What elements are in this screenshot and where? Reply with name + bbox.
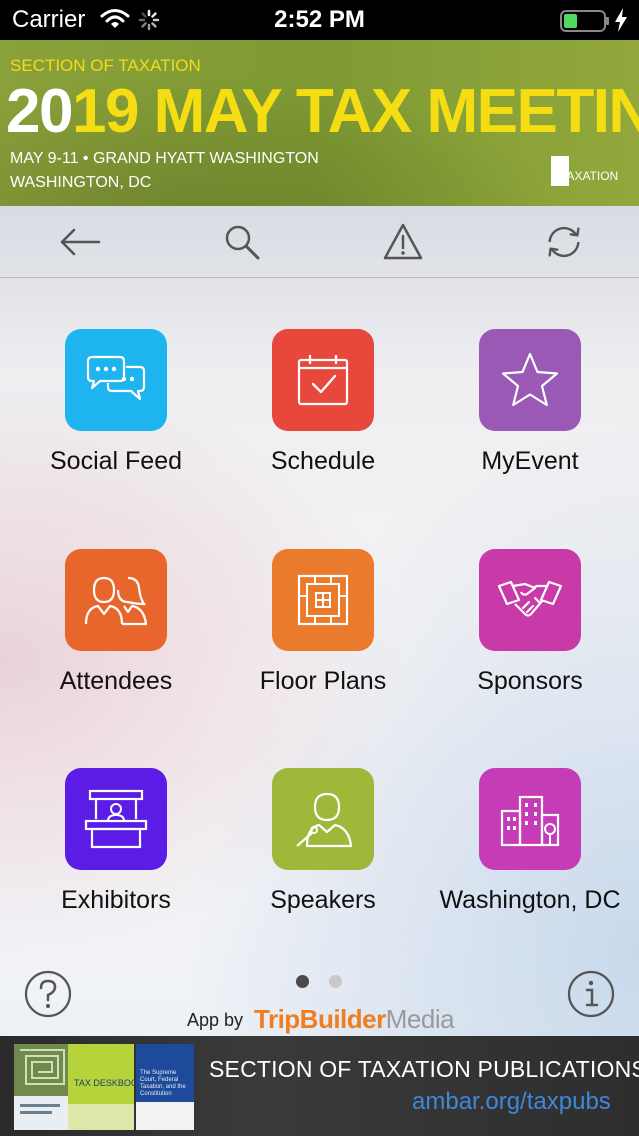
grid-item-label: Social Feed bbox=[49, 447, 183, 475]
book-cover-supreme-court: The Supreme Court, Federal Taxation, and… bbox=[136, 1044, 194, 1130]
banner-kicker: SECTION OF TAXATION bbox=[10, 56, 201, 75]
tile-sponsors bbox=[479, 549, 581, 651]
banner-headline: 2019 MAY TAX MEETING bbox=[6, 76, 639, 147]
grid-item-label: Floor Plans bbox=[259, 667, 387, 695]
grid-item-attendees[interactable]: Attendees bbox=[16, 549, 216, 697]
status-bar: Carrier 2:52 PM bbox=[0, 0, 639, 40]
info-icon bbox=[567, 970, 615, 1018]
refresh-button[interactable] bbox=[542, 220, 586, 264]
grid-item-myevent[interactable]: MyEvent bbox=[430, 329, 630, 477]
tile-social-feed bbox=[65, 329, 167, 431]
book-band bbox=[68, 1104, 134, 1130]
booth-icon bbox=[84, 789, 148, 849]
headline-part-1: 20 bbox=[6, 77, 73, 146]
book-cover-tax-deskbook: TAX DESKBOOK bbox=[68, 1044, 144, 1130]
ad-url[interactable]: ambar.org/taxpubs bbox=[412, 1088, 611, 1116]
grid-item-label: Speakers bbox=[270, 886, 376, 914]
back-arrow-icon bbox=[60, 228, 101, 256]
tile-schedule bbox=[272, 329, 374, 431]
tile-speakers bbox=[272, 768, 374, 870]
grid-item-floor-plans[interactable]: Floor Plans bbox=[223, 549, 423, 697]
alert-icon bbox=[383, 223, 423, 260]
help-icon bbox=[24, 970, 72, 1018]
grid-item-label: Attendees bbox=[59, 667, 173, 695]
page-dot[interactable] bbox=[329, 975, 342, 988]
alerts-button[interactable] bbox=[381, 220, 425, 264]
grid-item-exhibitors[interactable]: Exhibitors bbox=[16, 768, 216, 916]
info-button[interactable] bbox=[566, 969, 616, 1024]
calendar-check-icon bbox=[297, 355, 349, 406]
tile-washington-dc bbox=[479, 768, 581, 870]
page-dot-active[interactable] bbox=[296, 975, 309, 988]
book-cover-maze bbox=[14, 1044, 70, 1130]
clock: 2:52 PM bbox=[274, 6, 365, 33]
event-banner: SECTION OF TAXATION 2019 MAY TAX MEETING… bbox=[0, 40, 639, 206]
book-title: TAX DESKBOOK bbox=[74, 1078, 144, 1088]
refresh-icon bbox=[548, 226, 580, 258]
people-icon bbox=[84, 576, 148, 626]
grid-item-label: Washington, DC bbox=[439, 886, 621, 914]
toolbar bbox=[0, 206, 639, 278]
grid-item-label: MyEvent bbox=[481, 447, 579, 475]
taxation-logo: TAXATION bbox=[551, 156, 619, 186]
grid-item-label: Schedule bbox=[270, 447, 376, 475]
main-area: Social Feed Schedule MyEvent Attendees F… bbox=[0, 206, 639, 1036]
charging-icon bbox=[614, 8, 628, 37]
help-button[interactable] bbox=[23, 969, 73, 1024]
headline-part-2: 19 MAY TAX MEETING bbox=[71, 77, 639, 146]
ad-title: SECTION OF TAXATION PUBLICATIONS bbox=[209, 1056, 639, 1082]
chat-bubbles-icon bbox=[86, 355, 146, 401]
grid-item-sponsors[interactable]: Sponsors bbox=[430, 549, 630, 697]
logo-text: TAXATION bbox=[560, 169, 619, 183]
grid-item-label: Exhibitors bbox=[61, 886, 171, 914]
banner-city: WASHINGTON, DC bbox=[10, 174, 152, 191]
handshake-icon bbox=[497, 580, 563, 617]
back-button[interactable] bbox=[58, 220, 102, 264]
brand-sub: Media bbox=[385, 1004, 455, 1034]
tile-myevent bbox=[479, 329, 581, 431]
grid-item-social-feed[interactable]: Social Feed bbox=[16, 329, 216, 477]
grid-item-speakers[interactable]: Speakers bbox=[223, 768, 423, 916]
grid-item-schedule[interactable]: Schedule bbox=[223, 329, 423, 477]
tripbuilder-logo: TripBuilderMedia bbox=[254, 1004, 455, 1035]
publications-ad-banner[interactable]: TAX DESKBOOK The Supreme Court, Federal … bbox=[0, 1036, 639, 1136]
banner-dates-venue: MAY 9-11 • GRAND HYATT WASHINGTON bbox=[10, 150, 319, 167]
star-icon bbox=[501, 352, 559, 407]
city-buildings-icon bbox=[500, 795, 560, 847]
book-title: The Supreme Court, Federal Taxation, and… bbox=[140, 1070, 186, 1097]
tile-exhibitors bbox=[65, 768, 167, 870]
grid-item-label: Sponsors bbox=[477, 667, 583, 695]
search-icon bbox=[225, 225, 260, 260]
floor-plan-icon bbox=[297, 574, 349, 626]
book-band bbox=[136, 1102, 194, 1130]
grid-item-washington-dc[interactable]: Washington, DC bbox=[430, 768, 630, 916]
brand-main: TripBuilder bbox=[254, 1004, 386, 1034]
app-by-label: App by bbox=[187, 1010, 244, 1030]
tile-floor-plans bbox=[272, 549, 374, 651]
speaker-icon bbox=[296, 792, 353, 848]
search-button[interactable] bbox=[220, 220, 264, 264]
battery-icon bbox=[560, 10, 610, 37]
tile-attendees bbox=[65, 549, 167, 651]
